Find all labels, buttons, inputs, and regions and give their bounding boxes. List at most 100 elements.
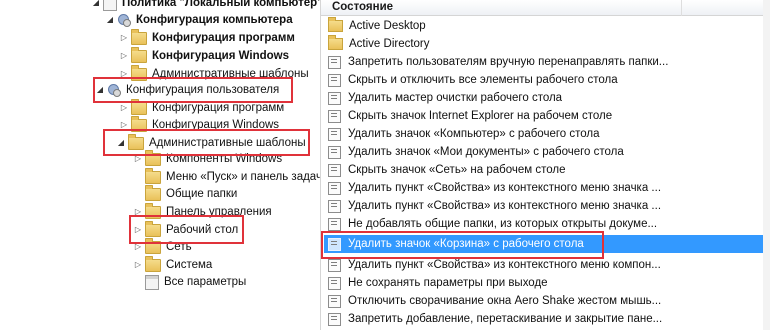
tree-item-system[interactable]: ▷ Система: [133, 255, 213, 274]
tree-item-label: Конфигурация программ: [152, 102, 285, 114]
list-item-setting[interactable]: Скрыть значок «Сеть» на рабочем столе: [324, 161, 764, 179]
policy-setting-icon: [328, 258, 341, 272]
collapsed-arrow-icon[interactable]: ▷: [119, 116, 129, 134]
collapsed-arrow-icon[interactable]: ▷: [133, 238, 143, 256]
tree-item-label: Компоненты Windows: [166, 153, 283, 165]
folder-icon: [145, 255, 161, 272]
tree-item-windows-components[interactable]: ▷ Компоненты Windows: [133, 149, 283, 168]
folder-icon: [131, 64, 147, 81]
policy-setting-icon: [328, 109, 341, 123]
folder-icon: [145, 202, 161, 219]
list-item-label: Скрыть и отключить все элементы рабочего…: [348, 74, 618, 86]
policy-setting-icon: [328, 55, 341, 69]
tree-item-network[interactable]: ▷ Сеть: [133, 237, 192, 256]
list-item-label: Отключить сворачивание окна Aero Shake ж…: [348, 295, 662, 307]
policy-setting-icon: [328, 199, 341, 213]
list-item-setting[interactable]: Удалить значок «Компьютер» с рабочего ст…: [324, 125, 764, 143]
list-item-setting[interactable]: Скрыть значок Internet Explorer на рабоч…: [324, 107, 764, 125]
computer-policy-icon: [103, 0, 117, 11]
list-item-setting[interactable]: Удалить пункт «Свойства» из контекстного…: [324, 256, 764, 274]
list-item-setting[interactable]: Запретить пользователям вручную перенапр…: [324, 53, 764, 71]
column-header-state[interactable]: Состояние: [321, 0, 770, 16]
navigation-tree: ◢ Политика "Локальный компьютер" ◢ Конфи…: [85, 0, 321, 330]
list-item-label: Удалить пункт «Свойства» из контекстного…: [348, 259, 661, 271]
list-item-setting[interactable]: Удалить пункт «Свойства» из контекстного…: [324, 179, 764, 197]
list-item-setting[interactable]: Не добавлять общие папки, из которых отк…: [324, 215, 764, 233]
policy-setting-icon: [328, 163, 341, 177]
policy-setting-icon: [328, 294, 341, 308]
list-item-setting[interactable]: Отключить сворачивание окна Aero Shake ж…: [324, 292, 764, 310]
list-item-label: Удалить значок «Корзина» с рабочего стол…: [348, 238, 584, 250]
folder-icon: [145, 220, 161, 237]
list-item-setting[interactable]: Удалить пункт «Свойства» из контекстного…: [324, 197, 764, 215]
folder-icon: [145, 184, 161, 201]
list-item-label: Удалить значок «Мои документы» с рабочег…: [348, 146, 624, 158]
folder-icon: [131, 115, 147, 132]
tree-item-user-software-settings[interactable]: ▷ Конфигурация программ: [119, 98, 285, 117]
tree-item-control-panel[interactable]: ▷ Панель управления: [133, 202, 272, 221]
collapsed-arrow-icon[interactable]: ▷: [119, 29, 129, 47]
list-item-label: Удалить мастер очистки рабочего стола: [348, 92, 563, 104]
list-item-setting[interactable]: Запретить добавление, перетаскивание и з…: [324, 310, 764, 328]
expanded-arrow-icon[interactable]: ◢: [95, 81, 105, 99]
folder-icon: [145, 167, 161, 184]
tree-item-label: Конфигурация Windows: [152, 50, 289, 62]
expanded-arrow-icon[interactable]: ◢: [105, 11, 115, 29]
list-item-active-desktop[interactable]: Active Desktop: [324, 17, 764, 35]
tree-item-label: Панель управления: [166, 206, 272, 218]
all-settings-icon: [145, 274, 159, 290]
tree-item-shared-folders[interactable]: Общие папки: [133, 184, 238, 203]
list-item-label: Active Desktop: [349, 20, 426, 32]
list-item-label: Удалить значок «Компьютер» с рабочего ст…: [348, 128, 600, 140]
tree-item-user-windows-settings[interactable]: ▷ Конфигурация Windows: [119, 115, 280, 134]
tree-item-label: Все параметры: [164, 276, 247, 288]
list-item-setting[interactable]: Удалить значок «Мои документы» с рабочег…: [324, 143, 764, 161]
collapsed-arrow-icon[interactable]: ▷: [133, 203, 143, 221]
tree-item-label: Конфигурация программ: [152, 32, 295, 44]
list-item-label: Удалить пункт «Свойства» из контекстного…: [348, 200, 662, 212]
list-item-label: Скрыть значок Internet Explorer на рабоч…: [348, 110, 613, 122]
tree-item-desktop[interactable]: ▷ Рабочий стол: [133, 220, 239, 239]
list-item-setting[interactable]: Удалить мастер очистки рабочего стола: [324, 89, 764, 107]
tree-item-start-menu-taskbar[interactable]: Меню «Пуск» и панель задач: [133, 167, 320, 186]
tree-item-computer-windows-settings[interactable]: ▷ Конфигурация Windows: [119, 46, 289, 65]
policy-setting-icon: [328, 91, 341, 105]
tree-item-label: Общие папки: [166, 188, 238, 200]
list-item-label: Скрыть значок «Сеть» на рабочем столе: [348, 164, 566, 176]
vertical-scrollbar[interactable]: [763, 0, 770, 330]
list-item-label: Не сохранять параметры при выходе: [348, 277, 548, 289]
list-item-setting[interactable]: Не сохранять параметры при выходе: [324, 274, 764, 292]
collapsed-arrow-icon[interactable]: ▷: [119, 99, 129, 117]
folder-icon: [128, 133, 144, 150]
folder-icon: [131, 28, 147, 45]
expanded-arrow-icon[interactable]: ◢: [116, 134, 126, 152]
tree-item-label: Рабочий стол: [166, 224, 239, 236]
policy-setting-icon: [328, 276, 341, 290]
list-item-remove-recycle-bin-selected[interactable]: Удалить значок «Корзина» с рабочего стол…: [324, 235, 764, 253]
settings-list-pane: Состояние Active Desktop Active Director…: [321, 0, 770, 330]
tree-item-label: Конфигурация пользователя: [126, 84, 280, 96]
folder-icon: [145, 149, 161, 166]
folder-icon: [328, 35, 343, 50]
expanded-arrow-icon[interactable]: ◢: [91, 0, 101, 12]
list-item-label: Не добавлять общие папки, из которых отк…: [348, 218, 658, 230]
tree-item-label: Сеть: [166, 241, 192, 253]
policy-setting-icon: [328, 127, 341, 141]
collapsed-arrow-icon[interactable]: ▷: [133, 221, 143, 239]
tree-item-computer-config[interactable]: ◢ Конфигурация компьютера: [105, 11, 293, 29]
list-item-label: Удалить пункт «Свойства» из контекстного…: [348, 182, 662, 194]
collapsed-arrow-icon[interactable]: ▷: [133, 150, 143, 168]
tree-item-computer-software-settings[interactable]: ▷ Конфигурация программ: [119, 28, 295, 47]
tree-item-label: Конфигурация компьютера: [136, 14, 293, 26]
folder-icon: [131, 46, 147, 63]
collapsed-arrow-icon[interactable]: ▷: [133, 256, 143, 274]
tree-item-label: Конфигурация Windows: [152, 119, 280, 131]
tree-item-all-settings[interactable]: Все параметры: [133, 273, 246, 291]
tree-item-user-config[interactable]: ◢ Конфигурация пользователя: [95, 81, 279, 99]
list-item-setting[interactable]: Скрыть и отключить все элементы рабочего…: [324, 71, 764, 89]
tree-item-label: Система: [166, 259, 213, 271]
computer-config-icon: [117, 13, 131, 27]
collapsed-arrow-icon[interactable]: ▷: [119, 47, 129, 65]
list-item-active-directory[interactable]: Active Directory: [324, 35, 764, 53]
policy-setting-icon: [328, 145, 341, 159]
